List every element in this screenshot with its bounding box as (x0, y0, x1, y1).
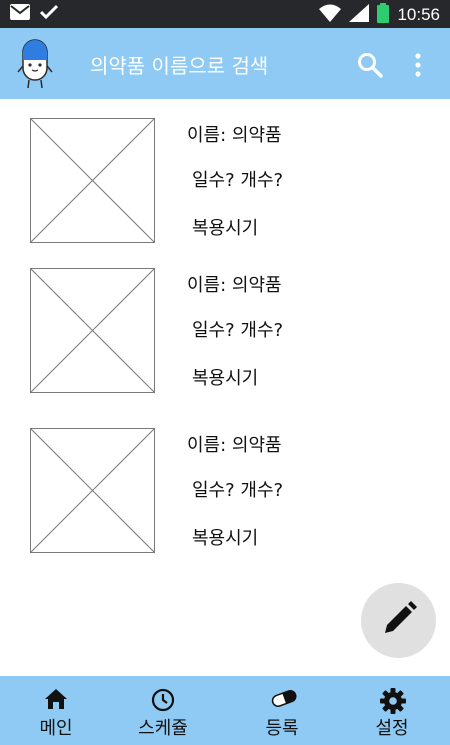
clock-icon (151, 688, 175, 712)
home-icon (45, 689, 67, 709)
list-item[interactable]: 이름: 의약품 일수? 개수? 복용시기 (0, 427, 450, 554)
medicine-name: 이름: 의약품 (187, 275, 282, 296)
gear-icon (380, 688, 406, 714)
app-bar: 의약품 이름으로 검색 (0, 28, 450, 99)
status-bar: 10:56 (0, 0, 450, 28)
wifi-icon (319, 4, 342, 26)
search-icon[interactable] (357, 52, 383, 82)
medicine-count: 일수? 개수? (192, 170, 284, 191)
battery-icon (377, 3, 390, 27)
medicine-timing: 복용시기 (192, 218, 259, 239)
nav-item-schedule[interactable]: 스케쥴 (107, 676, 219, 745)
image-placeholder-icon (29, 117, 156, 244)
medicine-name: 이름: 의약품 (187, 435, 282, 456)
medicine-count: 일수? 개수? (192, 480, 284, 501)
nav-label: 설정 (375, 718, 409, 739)
edit-fab-button[interactable] (361, 583, 436, 658)
medicine-timing: 복용시기 (192, 368, 259, 389)
list-item[interactable]: 이름: 의약품 일수? 개수? 복용시기 (0, 267, 450, 394)
more-vert-icon[interactable] (412, 52, 424, 82)
clock-time: 10:56 (397, 5, 440, 24)
nav-item-settings[interactable]: 설정 (336, 676, 448, 745)
check-icon (39, 4, 59, 24)
medicine-name: 이름: 의약품 (187, 125, 282, 146)
pill-mascot-icon (17, 38, 53, 94)
medicine-count: 일수? 개수? (192, 320, 284, 341)
list-item[interactable]: 이름: 의약품 일수? 개수? 복용시기 (0, 117, 450, 244)
app-bar-title: 의약품 이름으로 검색 (90, 54, 269, 78)
nav-label: 스케쥴 (138, 718, 188, 739)
medicine-timing: 복용시기 (192, 528, 259, 549)
signal-icon (349, 4, 370, 26)
nav-item-main[interactable]: 메인 (0, 676, 112, 745)
mail-icon (10, 4, 30, 24)
image-placeholder-icon (29, 267, 156, 394)
nav-label: 메인 (39, 718, 73, 739)
bottom-nav: 메인 스케쥴 등록 설정 (0, 676, 450, 745)
image-placeholder-icon (29, 427, 156, 554)
pencil-icon (379, 599, 419, 643)
nav-label: 등록 (265, 718, 299, 739)
nav-item-register[interactable]: 등록 (226, 676, 338, 745)
pill-icon (271, 689, 297, 707)
